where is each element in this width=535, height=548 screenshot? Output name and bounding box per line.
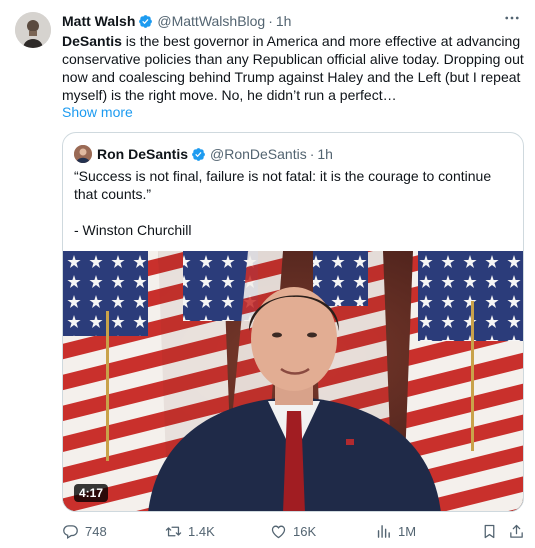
quoted-author-avatar: [74, 145, 92, 163]
repost-count: 1.4K: [188, 523, 215, 539]
reply-icon: [63, 524, 78, 539]
more-options-icon[interactable]: [503, 9, 521, 27]
quoted-tweet-header: Ron DeSantis @RonDeSantis · 1h: [74, 145, 333, 163]
analytics-icon: [377, 524, 390, 538]
tweet-text: DeSantis is the best governor in America…: [62, 32, 524, 104]
share-button[interactable]: [508, 520, 531, 542]
quoted-timestamp: 1h: [317, 146, 333, 162]
heart-icon: [271, 525, 286, 538]
quoted-author-handle: @RonDeSantis: [210, 146, 307, 162]
quoted-verified-badge-icon: [191, 147, 206, 162]
reply-button[interactable]: 748: [62, 520, 107, 542]
repost-icon: [165, 526, 182, 536]
tweet-text-rest: is the best governor in America and more…: [62, 33, 524, 103]
share-icon: [510, 524, 523, 538]
views-count: 1M: [398, 523, 417, 539]
separator-dot: ·: [268, 13, 273, 29]
video-duration: 4:17: [74, 484, 109, 502]
timestamp[interactable]: 1h: [276, 13, 292, 29]
tweet[interactable]: Matt Walsh @MattWalshBlog · 1h DeSantis …: [0, 0, 535, 548]
quoted-separator-dot: ·: [309, 146, 315, 162]
action-bar: 748 1.4K 16K 1M: [62, 520, 527, 542]
like-button[interactable]: 16K: [270, 520, 316, 542]
video-player[interactable]: 4:17: [63, 251, 523, 511]
author-name[interactable]: Matt Walsh: [62, 13, 135, 29]
quoted-text-line-1: “Success is not final, failure is not fa…: [74, 168, 492, 202]
repost-button[interactable]: 1.4K: [165, 520, 215, 542]
bookmark-icon: [484, 524, 495, 538]
video-thumbnail: [63, 251, 523, 511]
tweet-text-bold: DeSantis: [62, 33, 122, 49]
quoted-tweet-text: “Success is not final, failure is not fa…: [74, 167, 514, 239]
show-more-link[interactable]: Show more: [62, 104, 133, 120]
author-handle[interactable]: @MattWalshBlog: [157, 13, 265, 29]
quoted-tweet[interactable]: Ron DeSantis @RonDeSantis · 1h “Success …: [62, 132, 524, 512]
views-button[interactable]: 1M: [375, 520, 416, 542]
like-count: 16K: [293, 523, 317, 539]
author-avatar[interactable]: [15, 12, 51, 48]
quoted-author-name: Ron DeSantis: [97, 146, 189, 162]
verified-badge-icon: [138, 14, 153, 29]
quoted-text-line-2: - Winston Churchill: [74, 222, 192, 238]
bookmark-button[interactable]: [481, 520, 504, 542]
tweet-header: Matt Walsh @MattWalshBlog · 1h: [62, 11, 525, 31]
reply-count: 748: [85, 523, 107, 539]
